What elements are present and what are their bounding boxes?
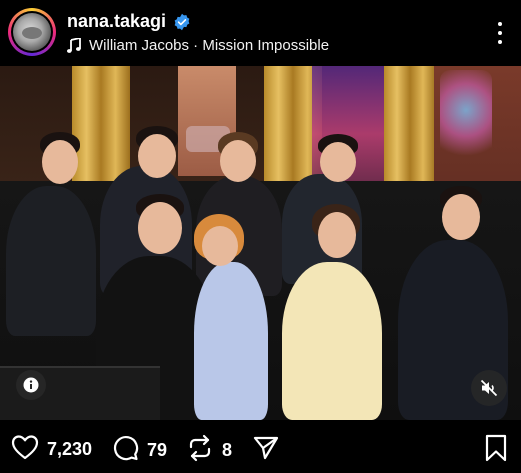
post-media[interactable] bbox=[0, 66, 521, 420]
studio-neon-logo bbox=[440, 70, 492, 170]
like-button[interactable]: 7,230 bbox=[11, 434, 92, 465]
info-icon[interactable] bbox=[16, 370, 46, 400]
send-icon bbox=[252, 434, 280, 467]
speaker-muted-icon[interactable] bbox=[471, 370, 507, 406]
music-label: William Jacobs · Mission Impossible bbox=[89, 37, 330, 54]
post-header: nana.takagi William Jacobs · Mission Imp… bbox=[0, 0, 521, 66]
share-button[interactable] bbox=[252, 434, 280, 467]
music-note-icon bbox=[67, 36, 81, 53]
post-actions: 7,230 79 8 bbox=[0, 420, 521, 473]
repost-icon bbox=[186, 434, 214, 467]
music-row[interactable]: William Jacobs · Mission Impossible bbox=[67, 36, 330, 54]
likes-count: 7,230 bbox=[47, 439, 93, 459]
username-row: nana.takagi bbox=[67, 11, 191, 32]
reposts-count: 8 bbox=[222, 440, 233, 460]
username[interactable]: nana.takagi bbox=[67, 11, 166, 32]
avatar[interactable] bbox=[8, 8, 56, 56]
heart-icon bbox=[11, 434, 39, 465]
comment-button[interactable]: 79 bbox=[111, 434, 167, 467]
bookmark-icon bbox=[484, 434, 508, 467]
repost-button[interactable]: 8 bbox=[186, 434, 232, 467]
avatar-image bbox=[13, 13, 51, 51]
comment-icon bbox=[111, 434, 139, 467]
comments-count: 79 bbox=[147, 440, 168, 460]
verified-badge-icon bbox=[173, 13, 191, 31]
more-options-icon[interactable] bbox=[495, 22, 505, 44]
save-button[interactable] bbox=[484, 434, 508, 467]
